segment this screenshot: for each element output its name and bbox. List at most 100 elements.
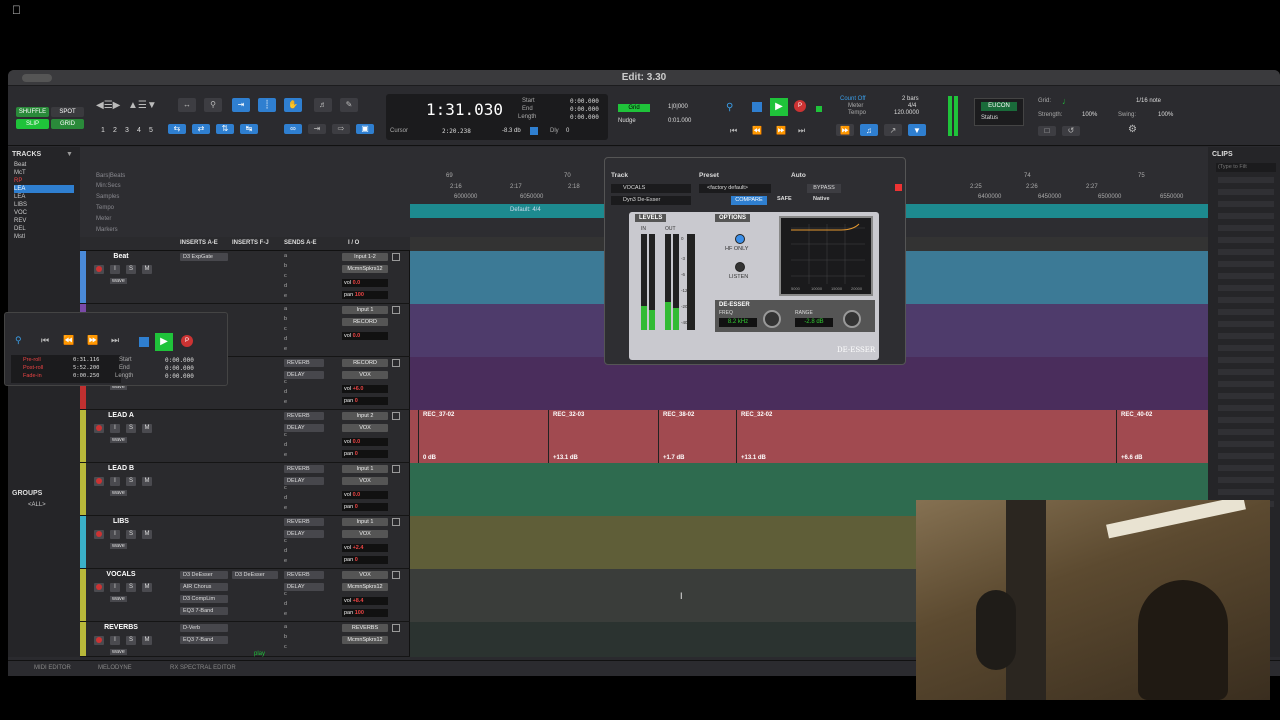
volume-value[interactable]: +6.0 xyxy=(353,386,364,392)
track-options-icon[interactable] xyxy=(392,518,400,526)
pan-value[interactable]: 100 xyxy=(355,292,364,298)
volume-value[interactable]: 0.0 xyxy=(353,333,361,339)
output-selector[interactable]: McmnSpkrs12 xyxy=(342,583,388,591)
shuffle-mode-button[interactable]: SHUFFLE xyxy=(16,107,49,117)
view-selector[interactable]: wave xyxy=(110,490,127,496)
insertion-follows-icon[interactable]: ⇨ xyxy=(332,124,350,134)
length-value[interactable]: 0:00.000 xyxy=(165,373,194,380)
send-slot[interactable]: DELAY xyxy=(284,583,324,591)
track-options-icon[interactable] xyxy=(392,571,400,579)
view-selector[interactable]: wave xyxy=(110,543,127,549)
volume-value[interactable]: 0.0 xyxy=(353,439,361,445)
solo-button[interactable]: S xyxy=(126,530,136,539)
spot-mode-button[interactable]: SPOT xyxy=(51,107,84,117)
audio-clip[interactable]: REC_32-02 +13.1 dB xyxy=(736,410,1116,463)
send-letter[interactable]: a xyxy=(284,253,287,259)
volume-field[interactable]: vol +2.4 xyxy=(342,544,388,552)
output-selector[interactable]: VOX xyxy=(342,371,388,379)
postroll-value[interactable]: 5:52.200 xyxy=(73,365,100,371)
volume-field[interactable]: vol 0.0 xyxy=(342,279,388,287)
send-letter[interactable]: a xyxy=(284,624,287,630)
safe-button[interactable]: SAFE xyxy=(777,196,792,202)
send-letter[interactable]: d xyxy=(284,389,287,395)
online-icon[interactable]: ⚲ xyxy=(726,102,733,113)
record-enable-button[interactable] xyxy=(94,636,104,645)
insert-fj-slot[interactable]: D3 DeEsser xyxy=(232,571,278,579)
snap-icon[interactable]: □ xyxy=(1038,126,1056,136)
send-letter[interactable]: d xyxy=(284,442,287,448)
scrubber-tool-icon[interactable]: ♬ xyxy=(314,98,332,112)
send-slot[interactable]: DELAY xyxy=(284,424,324,432)
track-list-item[interactable]: REV xyxy=(14,217,74,225)
fadein-label[interactable]: Fade-in xyxy=(23,373,42,379)
send-letter[interactable]: c xyxy=(284,432,287,438)
postroll-label[interactable]: Post-roll xyxy=(23,365,43,371)
end-value[interactable]: 0:00.000 xyxy=(165,365,194,372)
compare-button[interactable]: COMPARE xyxy=(731,196,767,205)
ruler-markers[interactable]: Markers xyxy=(96,227,118,233)
tempo-map-icon[interactable]: ▼ xyxy=(908,124,926,136)
send-slot[interactable]: REVERB xyxy=(284,465,324,473)
output-selector[interactable]: McmnSpkrs12 xyxy=(342,636,388,644)
solo-button[interactable]: S xyxy=(126,636,136,645)
play-button[interactable]: ▶ xyxy=(155,333,173,351)
ruler-samples[interactable]: Samples xyxy=(96,194,119,200)
settings-gear-icon[interactable]: ⚙ xyxy=(1128,124,1137,135)
slip-mode-button[interactable]: SLIP xyxy=(16,119,49,129)
send-letter[interactable]: b xyxy=(284,634,287,640)
send-slot[interactable]: REVERB xyxy=(284,359,324,367)
view-selector[interactable]: wave xyxy=(110,649,127,655)
grabber-tool-icon[interactable]: ✋ xyxy=(284,98,302,112)
volume-value[interactable]: +8.4 xyxy=(353,598,364,604)
mute-button[interactable]: M xyxy=(142,636,152,645)
volume-field[interactable]: vol +6.0 xyxy=(342,385,388,393)
clip-gain[interactable]: +13.1 dB xyxy=(741,455,766,461)
send-letter[interactable]: c xyxy=(284,644,287,650)
forward-icon[interactable]: ⏩ xyxy=(87,335,98,346)
listen-toggle[interactable] xyxy=(735,262,745,272)
clip-gain[interactable]: +13.1 dB xyxy=(553,455,578,461)
send-letter[interactable]: b xyxy=(284,263,287,269)
pan-value[interactable]: 0 xyxy=(355,398,358,404)
group-item[interactable]: <ALL> xyxy=(28,501,46,509)
tab-midi-editor[interactable]: MIDI EDITOR xyxy=(34,665,71,671)
solo-button[interactable]: S xyxy=(126,583,136,592)
freq-value[interactable]: 8.2 kHz xyxy=(719,318,757,327)
clips-search-input[interactable]: (Type to Filt xyxy=(1216,163,1276,172)
send-slot[interactable]: REVERB xyxy=(284,571,324,579)
track-list-item[interactable]: McT xyxy=(14,169,74,177)
track-list-item[interactable]: LEA xyxy=(14,185,74,193)
range-value[interactable]: -2.8 dB xyxy=(795,318,833,327)
volume-field[interactable]: vol +8.4 xyxy=(342,597,388,605)
input-selector[interactable]: Input 1 xyxy=(342,518,388,526)
send-letter[interactable]: d xyxy=(284,495,287,501)
send-letter[interactable]: d xyxy=(284,601,287,607)
send-letter[interactable]: e xyxy=(284,452,287,458)
start-value[interactable]: 0:00.000 xyxy=(165,357,194,364)
send-letter[interactable]: d xyxy=(284,336,287,342)
insert-slot[interactable]: D3 DeEsser xyxy=(180,571,228,579)
play-button[interactable]: ▶ xyxy=(770,98,788,116)
clip-gain[interactable]: +6.6 dB xyxy=(1121,455,1143,461)
pan-value[interactable]: 100 xyxy=(355,610,364,616)
view-selector[interactable]: wave xyxy=(110,437,127,443)
send-letter[interactable]: d xyxy=(284,283,287,289)
zoom-preset-2[interactable]: 2 xyxy=(110,126,120,136)
send-letter[interactable]: e xyxy=(284,558,287,564)
plugin-name-selector[interactable]: Dyn3 De-Esser xyxy=(611,196,691,205)
forward-icon[interactable]: ⏩ xyxy=(776,126,786,135)
count-off-label[interactable]: Count Off xyxy=(840,96,866,102)
insert-slot[interactable]: D-Verb xyxy=(180,624,228,632)
forward-end-icon[interactable]: ⏭ xyxy=(798,126,805,136)
range-knob[interactable] xyxy=(843,310,861,328)
edit-option-1-icon[interactable]: ⇆ xyxy=(168,124,186,134)
main-counter-value[interactable]: 1:31.030 xyxy=(426,100,503,119)
send-slot[interactable]: REVERB xyxy=(284,518,324,526)
ruler-meter[interactable]: Meter xyxy=(96,216,111,222)
pencil-tool-icon[interactable]: ✎ xyxy=(340,98,358,112)
send-letter[interactable]: e xyxy=(284,611,287,617)
insert-slot[interactable]: EQ3 7-Band xyxy=(180,636,228,644)
audio-clip[interactable]: REC_37-02 0 dB xyxy=(418,410,548,463)
pan-field[interactable]: pan 0 xyxy=(342,503,388,511)
track-list-item[interactable]: LIBS xyxy=(14,201,74,209)
